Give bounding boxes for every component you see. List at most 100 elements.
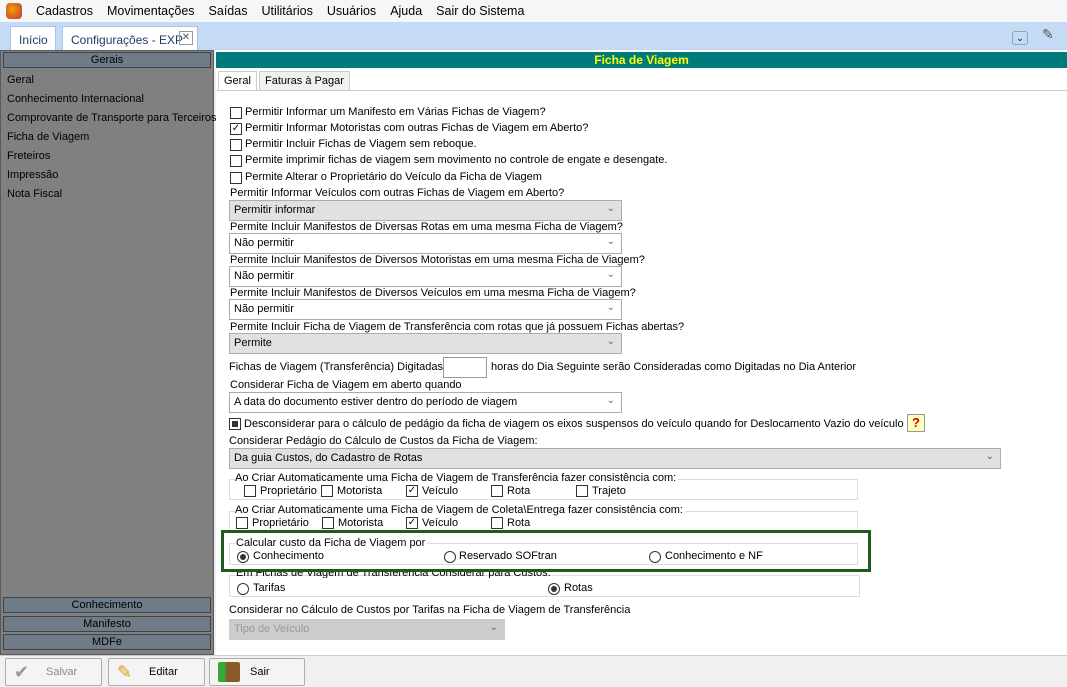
checkbox-label: Proprietário — [252, 517, 309, 529]
select-diversas-rotas[interactable]: Não permitir ⌄ — [229, 233, 622, 254]
chevron-down-icon: ⌄ — [606, 302, 615, 313]
tab-configuracoes[interactable]: Configurações - EXP ✕ — [62, 26, 198, 50]
select-value: Tipo de Veículo — [234, 623, 310, 635]
select-value: Permitir informar — [234, 204, 316, 216]
button-label: Editar — [149, 666, 178, 678]
left-item-nota-fiscal[interactable]: Nota Fiscal — [7, 188, 62, 200]
left-item-ficha-de-viagem[interactable]: Ficha de Viagem — [7, 131, 89, 143]
close-tab-icon[interactable]: ✕ — [179, 31, 193, 45]
checkbox-coleta-proprietario[interactable] — [236, 517, 248, 529]
left-item-freteiros[interactable]: Freteiros — [7, 150, 50, 162]
hours-input[interactable] — [443, 357, 487, 378]
tab-divider — [217, 90, 1067, 91]
checkbox-label: Trajeto — [592, 485, 626, 497]
left-item-conhecimento-internacional[interactable]: Conhecimento Internacional — [7, 93, 144, 105]
radio-label: Conhecimento e NF — [665, 550, 763, 562]
checkbox-label: Motorista — [337, 485, 383, 497]
menu-usuarios[interactable]: Usuários — [327, 4, 376, 18]
checkbox-transf-proprietario[interactable] — [244, 485, 256, 497]
select-diversos-motoristas[interactable]: Não permitir ⌄ — [229, 266, 622, 287]
radio-conhecimento-e-nf[interactable] — [649, 551, 661, 563]
checkbox-label: Permite imprimir fichas de viagem sem mo… — [245, 154, 668, 166]
save-button[interactable]: ✔ Salvar — [5, 658, 102, 686]
section-conhecimento[interactable]: Conhecimento — [3, 597, 211, 613]
chevron-down-icon: ⌄ — [489, 622, 498, 633]
select-diversos-veiculos[interactable]: Não permitir ⌄ — [229, 299, 622, 320]
chevron-down-icon: ⌄ — [606, 269, 615, 280]
checkbox-alterar-proprietario[interactable] — [230, 172, 242, 184]
page-title: Ficha de Viagem — [216, 52, 1067, 68]
group-transf-custos — [229, 575, 860, 597]
pin-icon[interactable]: ✎ — [1042, 26, 1054, 43]
checkbox-motoristas-outras-fichas[interactable]: ✓ — [230, 123, 242, 135]
select-tipo-veiculo: Tipo de Veículo ⌄ — [229, 619, 505, 640]
checkbox-label: Rota — [507, 485, 531, 497]
radio-tarifas[interactable] — [237, 583, 249, 595]
checkbox-sem-reboque[interactable] — [230, 139, 242, 151]
select-label: Permite Incluir Manifestos de Diversas R… — [230, 221, 623, 233]
select-label: Permite Incluir Ficha de Viagem de Trans… — [230, 321, 685, 333]
select-label: Permite Incluir Manifestos de Diversos M… — [230, 254, 645, 266]
tarifas-label: Considerar no Cálculo de Custos por Tari… — [229, 604, 631, 616]
checkbox-coleta-veiculo[interactable]: ✓ — [406, 517, 418, 529]
group-label: Calcular custo da Ficha de Viagem por — [236, 537, 428, 549]
checkbox-coleta-motorista[interactable] — [322, 517, 334, 529]
edit-button[interactable]: ✎ Editar — [108, 658, 205, 686]
select-transferencia-rotas[interactable]: Permite ⌄ — [229, 333, 622, 354]
app-logo-icon — [6, 3, 22, 19]
checkbox-transf-veiculo[interactable]: ✓ — [406, 485, 418, 497]
door-exit-icon — [218, 662, 240, 682]
checkbox-label: Permitir Informar Motoristas com outras … — [245, 122, 589, 134]
checkbox-label: Proprietário — [260, 485, 317, 497]
select-pedagio[interactable]: Da guia Custos, do Cadastro de Rotas ⌄ — [229, 448, 1001, 469]
checkbox-label: Permitir Incluir Fichas de Viagem sem re… — [245, 138, 477, 150]
checkbox-eixos-suspensos[interactable] — [229, 418, 241, 430]
help-icon[interactable]: ? — [907, 414, 925, 432]
select-value: Não permitir — [234, 237, 294, 249]
checkbox-label: Veículo — [422, 517, 459, 529]
checkbox-transf-rota[interactable] — [491, 485, 503, 497]
select-open-when[interactable]: A data do documento estiver dentro do pe… — [229, 392, 622, 413]
pencil-icon: ✎ — [117, 662, 133, 682]
button-label: Sair — [250, 666, 270, 678]
left-item-impressao[interactable]: Impressão — [7, 169, 58, 181]
checkbox-manifesto-varias-fichas[interactable] — [230, 107, 242, 119]
checkbox-transf-motorista[interactable] — [321, 485, 333, 497]
select-value: A data do documento estiver dentro do pe… — [234, 396, 518, 408]
select-veiculos-outras-fichas[interactable]: Permitir informar ⌄ — [229, 200, 622, 221]
section-gerais[interactable]: Gerais — [3, 52, 211, 68]
tab-faturas-a-pagar[interactable]: Faturas à Pagar — [259, 71, 350, 91]
dropdown-icon[interactable]: ⌄ — [1012, 31, 1028, 45]
checkbox-label: Permitir Informar um Manifesto em Várias… — [245, 106, 546, 118]
select-value: Da guia Custos, do Cadastro de Rotas — [234, 452, 423, 464]
menu-sair[interactable]: Sair do Sistema — [436, 4, 524, 18]
radio-conhecimento[interactable] — [237, 551, 249, 563]
left-item-comprovante[interactable]: Comprovante de Transporte para Terceiros — [7, 112, 217, 124]
checkbox-label: Motorista — [338, 517, 384, 529]
section-mdfe[interactable]: MDFe — [3, 634, 211, 650]
checkbox-coleta-rota[interactable] — [491, 517, 503, 529]
left-item-geral[interactable]: Geral — [7, 74, 34, 86]
radio-reservado-softran[interactable] — [444, 551, 456, 563]
menu-ajuda[interactable]: Ajuda — [390, 4, 422, 18]
menu-cadastros[interactable]: Cadastros — [36, 4, 93, 18]
checkbox-label: Permite Alterar o Proprietário do Veícul… — [245, 171, 542, 183]
chevron-down-icon: ⌄ — [606, 236, 615, 247]
menu-utilitarios[interactable]: Utilitários — [261, 4, 312, 18]
menu-saidas[interactable]: Saídas — [209, 4, 248, 18]
menu-movimentacoes[interactable]: Movimentações — [107, 4, 195, 18]
check-icon: ✔ — [14, 662, 30, 682]
checkbox-transf-trajeto[interactable] — [576, 485, 588, 497]
section-manifesto[interactable]: Manifesto — [3, 616, 211, 632]
exit-button[interactable]: Sair — [209, 658, 305, 686]
checkbox-imprimir-sem-movimento[interactable] — [230, 155, 242, 167]
radio-rotas[interactable] — [548, 583, 560, 595]
radio-label: Tarifas — [253, 582, 286, 594]
tab-label: Início — [19, 33, 48, 47]
bottom-toolbar: ✔ Salvar ✎ Editar Sair — [0, 655, 1067, 687]
open-when-label: Considerar Ficha de Viagem em aberto qua… — [230, 379, 462, 391]
select-value: Permite — [234, 337, 272, 349]
tab-geral[interactable]: Geral — [218, 71, 257, 91]
radio-label: Conhecimento — [253, 550, 324, 562]
tab-inicio[interactable]: Início — [10, 26, 56, 50]
